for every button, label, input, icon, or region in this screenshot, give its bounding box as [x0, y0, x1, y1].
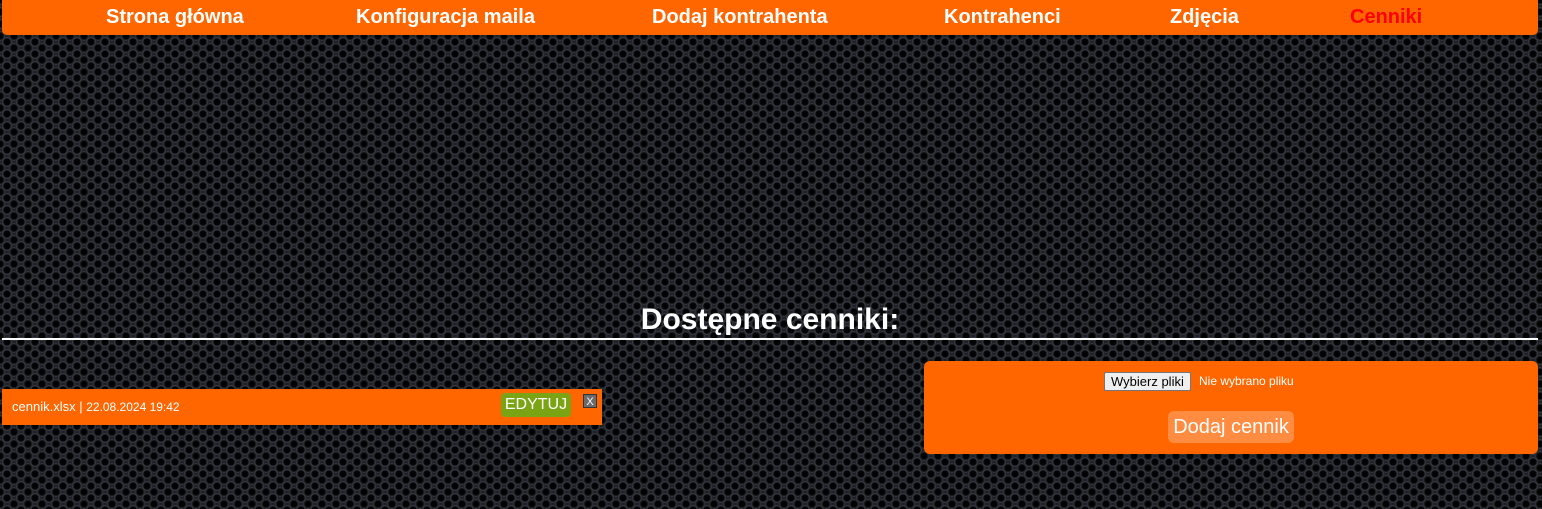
nav-link-photos[interactable]: Zdjęcia: [1170, 0, 1239, 35]
nav-link-contractors[interactable]: Kontrahenci: [944, 0, 1061, 35]
edit-button[interactable]: EDYTUJ: [501, 393, 571, 417]
title-divider: [2, 338, 1538, 340]
file-separator: |: [75, 399, 87, 414]
no-file-selected-text: Nie wybrano pliku: [1199, 374, 1294, 388]
top-navigation: Strona główna Konfiguracja maila Dodaj k…: [2, 0, 1538, 35]
price-list-row: cennik.xlsx | 22.08.2024 19:42 EDYTUJ X: [2, 389, 602, 425]
choose-files-button[interactable]: Wybierz pliki: [1104, 372, 1191, 391]
page-title: Dostępne cenniki:: [640, 303, 900, 336]
nav-link-add-contractor[interactable]: Dodaj kontrahenta: [652, 0, 828, 35]
nav-link-mail-config[interactable]: Konfiguracja maila: [356, 0, 535, 35]
file-date: 22.08.2024 19:42: [86, 400, 180, 414]
price-list-info: cennik.xlsx | 22.08.2024 19:42: [12, 399, 180, 415]
add-price-list-button[interactable]: Dodaj cennik: [1168, 411, 1294, 443]
file-name: cennik.xlsx: [12, 399, 76, 414]
nav-link-price-lists[interactable]: Cenniki: [1350, 0, 1422, 35]
delete-icon[interactable]: X: [583, 394, 597, 408]
nav-link-home[interactable]: Strona główna: [106, 0, 244, 35]
upload-panel: Wybierz pliki Nie wybrano pliku Dodaj ce…: [924, 361, 1538, 454]
